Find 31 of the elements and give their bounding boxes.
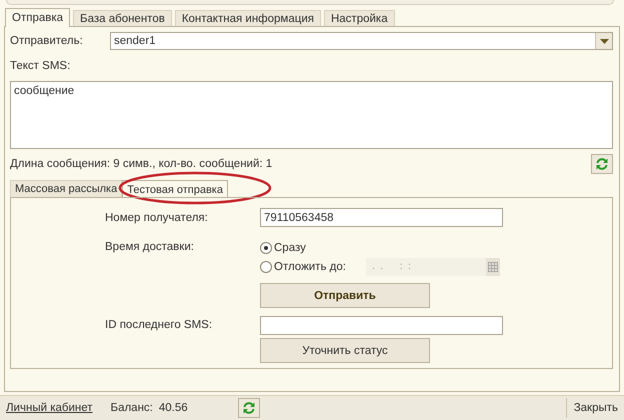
delivery-time-label: Время доставки:	[105, 241, 194, 253]
last-sms-id-label: ID последнего SMS:	[105, 319, 212, 331]
recipient-field[interactable]: 79110563458	[260, 208, 503, 227]
refresh-icon	[242, 401, 256, 415]
radio-button[interactable]	[260, 260, 272, 272]
radio-label[interactable]: Сразу	[274, 242, 306, 254]
recipient-label: Номер получателя:	[105, 212, 208, 224]
personal-account-link[interactable]: Личный кабинет	[6, 402, 93, 414]
send-button[interactable]: Отправить	[260, 283, 430, 308]
check-status-button[interactable]: Уточнить статус	[260, 338, 430, 363]
last-sms-id-field[interactable]	[260, 316, 503, 334]
balance-label: Баланс:	[110, 402, 153, 414]
refresh-icon	[595, 157, 609, 171]
calendar-icon[interactable]	[486, 258, 500, 276]
tab[interactable]: База абонентов	[73, 10, 172, 26]
sender-label: Отправитель:	[10, 35, 84, 47]
sms-text-field[interactable]: сообщение	[10, 81, 613, 149]
tab[interactable]: Настройка	[324, 10, 395, 26]
radio-button[interactable]	[260, 242, 272, 254]
message-length-text: Длина сообщения: 9 симв., кол-во. сообщений: 1	[10, 158, 272, 170]
sms-text-label: Текст SMS:	[10, 60, 72, 74]
close-button[interactable]: Закрыть	[566, 398, 618, 418]
tab[interactable]: Тестовая отправка	[122, 180, 228, 198]
tab[interactable]: Контактная информация	[174, 10, 321, 26]
tab[interactable]: Отправка	[5, 8, 70, 27]
sender-dropdown[interactable]: sender1	[110, 32, 613, 50]
radio-label[interactable]: Отложить до:	[274, 260, 346, 272]
balance-value: 40.56	[158, 402, 188, 414]
tab[interactable]: Массовая рассылка	[10, 180, 122, 197]
refresh-button[interactable]	[238, 398, 260, 418]
refresh-button[interactable]	[591, 154, 613, 174]
